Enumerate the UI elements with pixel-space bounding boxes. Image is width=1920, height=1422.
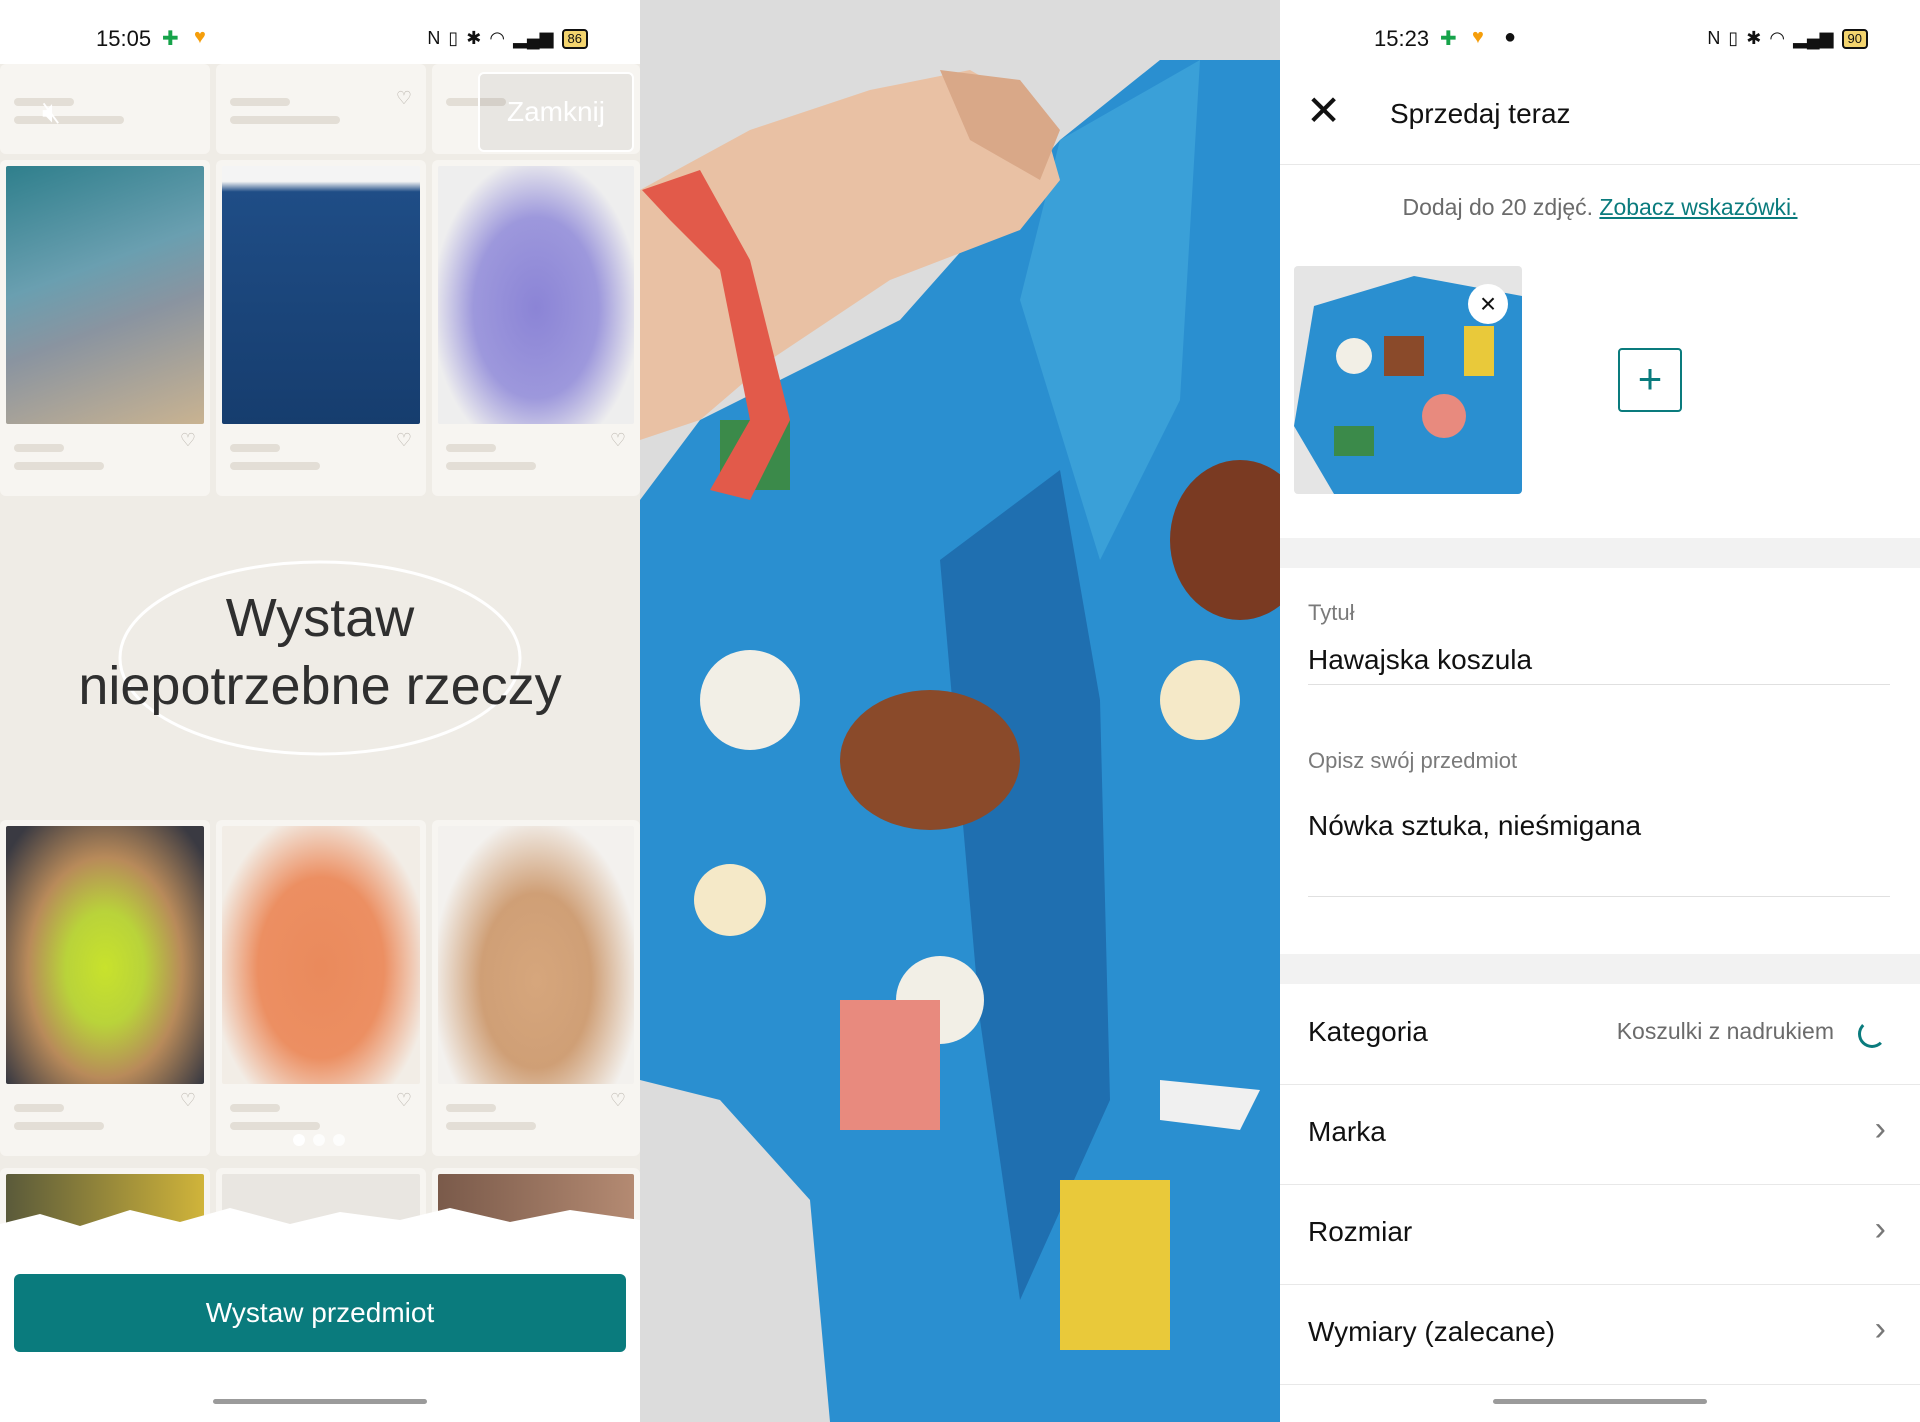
listing-card[interactable] (0, 64, 210, 154)
hero-title-line2: niepotrzebne rzeczy (78, 656, 562, 716)
listing-image-blazer (438, 166, 634, 424)
description-input[interactable]: Nówka sztuka, nieśmigana (1308, 810, 1641, 842)
tips-link[interactable]: Zobacz wskazówki. (1599, 194, 1797, 220)
notification-z-icon: ● (1504, 26, 1517, 48)
home-indicator (1493, 1399, 1707, 1404)
vibrate-icon: ▯ (448, 28, 459, 48)
listing-image-stroller (6, 166, 204, 424)
brand-label: Marka (1308, 1116, 1386, 1147)
screen-header: ✕ Sprzedaj teraz (1280, 64, 1920, 165)
add-photo-button[interactable]: + (1618, 348, 1682, 412)
brand-row[interactable]: Marka › (1280, 1084, 1920, 1185)
uploaded-photo[interactable]: × (1294, 266, 1522, 494)
listing-image-sneakers (6, 826, 204, 1084)
photo-hint-text: Dodaj do 20 zdjęć. (1402, 194, 1600, 220)
nfc-icon: N (427, 28, 441, 48)
title-input[interactable]: Hawajska koszula (1308, 644, 1532, 676)
wifi-icon: ◠ (489, 28, 506, 48)
heart-outline-icon[interactable]: ♡ (396, 430, 412, 451)
status-bar: 15:05 ✚ ♥ N ▯ ✱ ◠ ▂▄▆ 86 (0, 0, 640, 64)
heart-outline-icon[interactable]: ♡ (610, 430, 626, 451)
carousel-dot[interactable] (293, 1134, 305, 1146)
section-divider (1280, 954, 1920, 984)
dimensions-row[interactable]: Wymiary (zalecane) › (1280, 1284, 1920, 1385)
description-label: Opisz swój przedmiot (1308, 748, 1518, 773)
status-time: 15:05 (96, 26, 152, 51)
bluetooth-icon: ✱ (1746, 28, 1762, 48)
size-row[interactable]: Rozmiar › (1280, 1184, 1920, 1285)
listing-card[interactable]: ♡ (432, 160, 640, 496)
screen-title: Sprzedaj teraz (1390, 98, 1571, 129)
onboarding-screen: 15:05 ✚ ♥ N ▯ ✱ ◠ ▂▄▆ 86 ♡ 🔇︎ Zamknij ♡ (0, 0, 640, 1422)
battery-indicator: 90 (1841, 28, 1868, 49)
listing-card[interactable]: ♡ (216, 160, 426, 496)
notification-app-icon: ♥ (194, 26, 206, 48)
listing-card[interactable]: ♡ (216, 820, 426, 1156)
carousel-dot[interactable] (333, 1134, 345, 1146)
notification-app-icon: ♥ (1472, 26, 1484, 48)
listing-image-jacket (438, 826, 634, 1084)
category-value: Koszulki z nadrukiem (1616, 1018, 1834, 1044)
chevron-right-icon: › (1874, 1310, 1886, 1348)
listing-card[interactable]: ♡ (216, 64, 426, 154)
heart-outline-icon[interactable]: ♡ (396, 88, 412, 109)
hawaiian-shirt-photo (640, 0, 1280, 1422)
title-label: Tytuł (1308, 600, 1355, 625)
section-divider (1280, 538, 1920, 568)
listing-image-jeans (222, 166, 420, 424)
nfc-icon: N (1707, 28, 1721, 48)
loading-spinner-icon (1858, 1020, 1886, 1048)
carousel-pagination (293, 1134, 345, 1146)
wifi-icon: ◠ (1769, 28, 1786, 48)
hero-title-line1: Wystaw (225, 588, 415, 648)
close-button[interactable]: Zamknij (478, 72, 634, 152)
speaker-mute-icon[interactable]: 🔇︎ (42, 96, 61, 130)
notification-plus-icon: ✚ (1440, 28, 1457, 50)
sell-now-screen: 15:23 ✚ ♥ ● N ▯ ✱ ◠ ▂▄▆ 90 ✕ Sprzedaj te… (1280, 0, 1920, 1422)
dimensions-label: Wymiary (zalecane) (1308, 1316, 1556, 1347)
listing-image-shirt (222, 826, 420, 1084)
battery-indicator: 86 (561, 28, 588, 49)
listing-card[interactable]: ♡ (0, 160, 210, 496)
bluetooth-icon: ✱ (466, 28, 482, 48)
status-icons: N ▯ ✱ ◠ ▂▄▆ 86 (427, 28, 588, 49)
remove-photo-icon[interactable]: × (1468, 284, 1508, 324)
description-underline (1308, 896, 1890, 897)
camera-preview[interactable] (640, 0, 1280, 1422)
list-item-button[interactable]: Wystaw przedmiot (14, 1274, 626, 1352)
signal-icon: ▂▄▆ (513, 28, 554, 48)
home-indicator (213, 1399, 427, 1404)
listing-card[interactable]: ♡ (0, 820, 210, 1156)
listing-card[interactable]: ♡ (432, 820, 640, 1156)
photo-hint: Dodaj do 20 zdjęć. Zobacz wskazówki. (1280, 194, 1920, 221)
heart-outline-icon[interactable]: ♡ (180, 430, 196, 451)
signal-icon: ▂▄▆ (1793, 28, 1834, 48)
vibrate-icon: ▯ (1728, 28, 1739, 48)
hero-title: Wystaw niepotrzebne rzeczy (0, 584, 640, 720)
size-label: Rozmiar (1308, 1216, 1413, 1247)
close-icon[interactable]: ✕ (1306, 86, 1341, 135)
status-time: 15:23 (1374, 26, 1430, 51)
chevron-right-icon: › (1874, 1110, 1886, 1148)
category-row[interactable]: Kategoria Koszulki z nadrukiem (1280, 984, 1920, 1085)
heart-outline-icon[interactable]: ♡ (180, 1090, 196, 1111)
title-underline (1308, 684, 1890, 685)
notification-plus-icon: ✚ (162, 28, 179, 50)
status-bar: 15:23 ✚ ♥ ● N ▯ ✱ ◠ ▂▄▆ 90 (1280, 0, 1920, 64)
heart-outline-icon[interactable]: ♡ (396, 1090, 412, 1111)
heart-outline-icon[interactable]: ♡ (610, 1090, 626, 1111)
category-label: Kategoria (1308, 1016, 1428, 1047)
status-icons: N ▯ ✱ ◠ ▂▄▆ 90 (1707, 28, 1868, 49)
chevron-right-icon: › (1874, 1210, 1886, 1248)
carousel-dot[interactable] (313, 1134, 325, 1146)
